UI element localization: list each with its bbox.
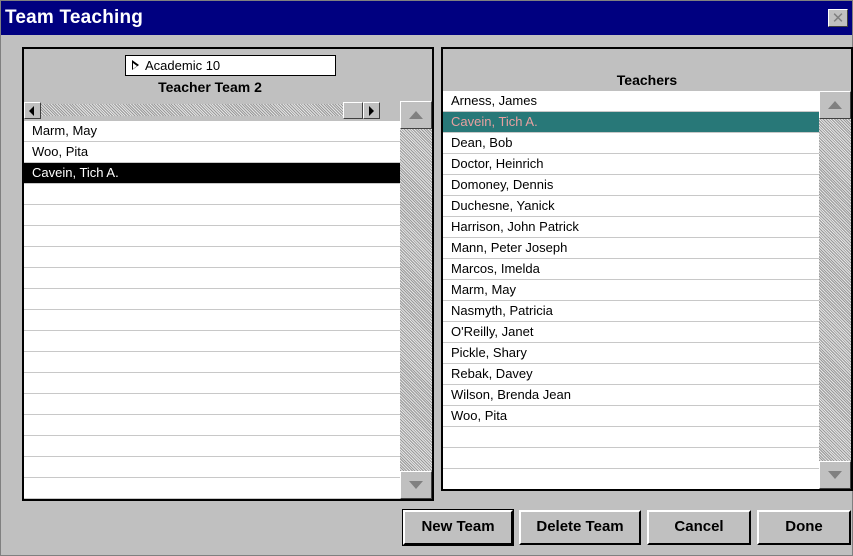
empty-list-row (24, 247, 400, 268)
empty-list-row (24, 289, 400, 310)
empty-list-row (24, 184, 400, 205)
empty-list-row (443, 469, 819, 489)
teachers-vertical-scrollbar[interactable] (819, 91, 851, 489)
horizontal-scroll-track[interactable] (41, 104, 343, 116)
scroll-down-button[interactable] (400, 471, 432, 499)
scroll-up-button[interactable] (400, 101, 432, 129)
empty-list-row (443, 448, 819, 469)
team-teaching-dialog: Team Teaching ✕ Academic 10 Teacher Team… (0, 0, 853, 556)
team-members-list[interactable]: Marm, May Woo, Pita Cavein, Tich A. (24, 121, 400, 499)
list-item[interactable]: Marm, May (443, 280, 819, 301)
scroll-down-button[interactable] (819, 461, 851, 489)
close-icon: ✕ (831, 9, 845, 27)
teachers-header: Teachers (616, 72, 678, 88)
empty-list-row (24, 331, 400, 352)
list-item[interactable]: Doctor, Heinrich (443, 154, 819, 175)
empty-list-row (24, 352, 400, 373)
empty-list-row (24, 436, 400, 457)
empty-list-row (24, 457, 400, 478)
list-item[interactable]: Dean, Bob (443, 133, 819, 154)
empty-list-row (24, 373, 400, 394)
close-button[interactable]: ✕ (828, 9, 848, 27)
teachers-panel: Teachers Arness, James Cavein, Tich A. Dea… (441, 47, 853, 491)
list-item[interactable]: Nasmyth, Patricia (443, 301, 819, 322)
team-vertical-scrollbar[interactable] (400, 101, 432, 499)
scroll-right-button[interactable] (363, 102, 380, 119)
list-item[interactable]: Arness, James (443, 91, 819, 112)
new-team-button[interactable]: New Team (402, 509, 514, 546)
list-item[interactable]: Domoney, Dennis (443, 175, 819, 196)
list-item[interactable]: Marm, May (24, 121, 400, 142)
empty-list-row (24, 310, 400, 331)
list-item[interactable]: Duchesne, Yanick (443, 196, 819, 217)
group-selector[interactable]: Academic 10 (125, 55, 336, 76)
title-bar[interactable]: Team Teaching ✕ (1, 1, 852, 35)
team-panel: Academic 10 Teacher Team 2 Marm, May Woo,… (22, 47, 434, 501)
empty-list-row (24, 226, 400, 247)
empty-list-row (443, 427, 819, 448)
list-item[interactable]: Cavein, Tich A. (24, 163, 400, 184)
list-item[interactable]: Cavein, Tich A. (443, 112, 819, 133)
window-title: Team Teaching (5, 7, 144, 28)
list-item[interactable]: Wilson, Brenda Jean (443, 385, 819, 406)
triangle-right-icon (132, 60, 139, 71)
empty-list-row (24, 415, 400, 436)
list-item[interactable]: Woo, Pita (24, 142, 400, 163)
teachers-list[interactable]: Arness, James Cavein, Tich A. Dean, Bob Doc… (443, 91, 819, 489)
scroll-left-button[interactable] (24, 102, 41, 119)
empty-list-row (24, 478, 400, 499)
list-item[interactable]: Mann, Peter Joseph (443, 238, 819, 259)
list-item[interactable]: Woo, Pita (443, 406, 819, 427)
delete-team-button[interactable]: Delete Team (519, 510, 641, 545)
empty-list-row (24, 268, 400, 289)
done-button[interactable]: Done (757, 510, 851, 545)
horizontal-scroll-thumb[interactable] (343, 102, 363, 119)
empty-list-row (24, 394, 400, 415)
scroll-up-button[interactable] (819, 91, 851, 119)
list-item[interactable]: Pickle, Shary (443, 343, 819, 364)
empty-list-row (24, 205, 400, 226)
team-header: Teacher Team 2 (158, 79, 262, 95)
cancel-button[interactable]: Cancel (647, 510, 751, 545)
list-item[interactable]: Rebak, Davey (443, 364, 819, 385)
group-selector-label: Academic 10 (145, 58, 221, 73)
list-item[interactable]: Harrison, John Patrick (443, 217, 819, 238)
list-item[interactable]: O'Reilly, Janet (443, 322, 819, 343)
horizontal-scrollbar[interactable] (24, 101, 380, 120)
list-item[interactable]: Marcos, Imelda (443, 259, 819, 280)
